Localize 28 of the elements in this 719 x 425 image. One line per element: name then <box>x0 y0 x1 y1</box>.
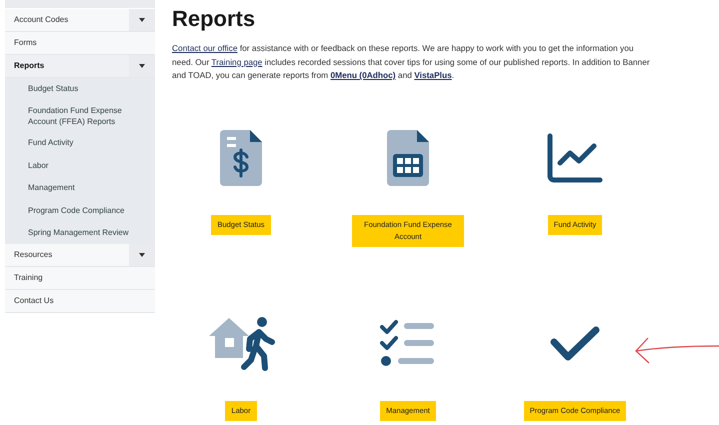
sidebar-subitem[interactable]: Management <box>5 176 155 200</box>
sidebar-item[interactable]: Account Codes <box>5 9 155 32</box>
checklist-icon <box>380 318 436 369</box>
page-title: Reports <box>172 6 256 32</box>
link[interactable]: VistaPlus <box>414 70 452 80</box>
link[interactable]: Contact our office <box>172 43 238 53</box>
link[interactable]: Training page <box>211 56 262 67</box>
spreadsheet-document-icon <box>387 130 429 186</box>
sidebar-item[interactable]: Forms <box>5 32 155 55</box>
sidebar-subitem[interactable]: Spring Management Review <box>5 222 155 244</box>
sidebar-subitem[interactable]: Fund Activity <box>5 132 155 154</box>
sidebar-item[interactable]: Training <box>5 267 155 290</box>
sidebar-item[interactable]: Resources <box>5 244 155 268</box>
sidebar-subitem[interactable]: Foundation Fund Expense Account (FFEA) Reports <box>5 100 155 132</box>
sidebar-item[interactable]: Contact Us <box>5 290 155 314</box>
checkmark-icon <box>550 326 600 362</box>
dollar-document-icon <box>220 130 262 186</box>
sidebar-subitem[interactable]: Labor <box>5 154 155 177</box>
sidebar-subitem[interactable]: Budget Status <box>5 78 155 100</box>
line-chart-icon <box>547 132 603 183</box>
caret-icon[interactable] <box>139 253 145 258</box>
link[interactable]: 0Menu (0Adhoc) <box>330 70 396 80</box>
caret-icon[interactable] <box>139 64 145 68</box>
house-walker-icon <box>207 316 275 372</box>
sidebar-subitem[interactable]: Program Code Compliance <box>5 199 155 222</box>
caret-icon[interactable] <box>139 18 145 22</box>
sidebar-item[interactable]: Reports <box>5 55 155 78</box>
intro-paragraph: Contact our office for assistance with or feedback on these reports. We are happy to work with you to get the information you need. Our Training page includes recorded sessions that cover tips for using some of our published reports. In addition to Banner and TOAD, you can generate reports from 0Menu (0Adhoc) and VistaPlus. <box>172 42 651 82</box>
